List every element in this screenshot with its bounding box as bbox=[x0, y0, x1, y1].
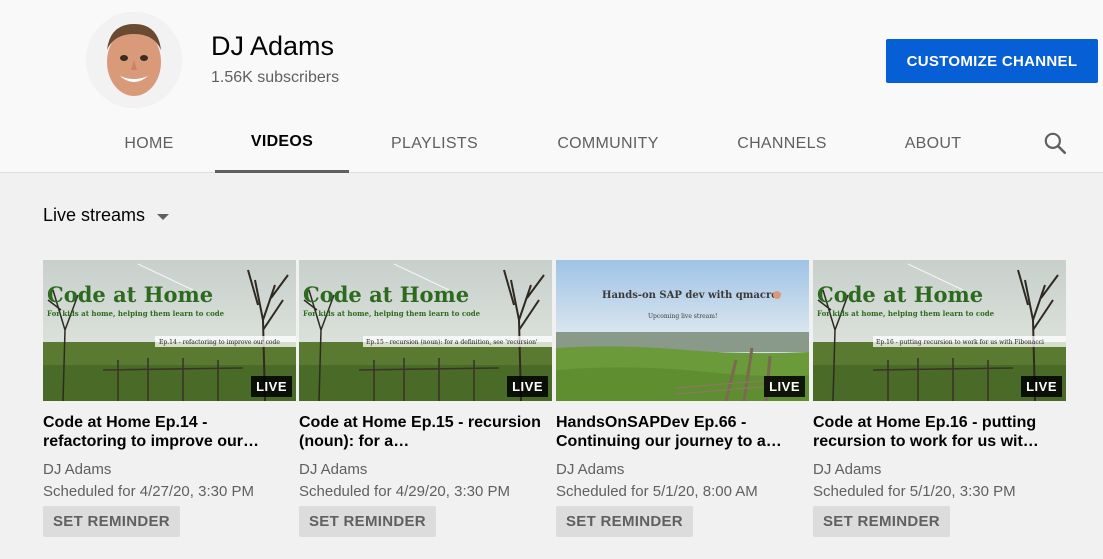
section-title: Live streams bbox=[43, 205, 146, 225]
video-schedule: Scheduled for 4/29/20, 3:30 PM bbox=[299, 483, 510, 500]
video-card[interactable]: Hands-on SAP dev with qmacro Upcoming li… bbox=[556, 260, 809, 537]
video-card[interactable]: Code at Home For kids at home, helping t… bbox=[299, 260, 552, 537]
live-badge: LIVE bbox=[251, 376, 292, 397]
channel-header: DJ Adams 1.56K subscribers CUSTOMIZE CHA… bbox=[0, 0, 1103, 173]
customize-channel-button[interactable]: CUSTOMIZE CHANNEL bbox=[886, 39, 1098, 83]
avatar-photo-icon bbox=[86, 12, 182, 108]
live-badge: LIVE bbox=[764, 376, 805, 397]
video-schedule: Scheduled for 5/1/20, 3:30 PM bbox=[813, 483, 1016, 500]
channel-tabs: HOME VIDEOS PLAYLISTS COMMUNITY CHANNELS… bbox=[0, 114, 1103, 173]
tab-playlists[interactable]: PLAYLISTS bbox=[372, 114, 497, 173]
subscriber-count: 1.56K subscribers bbox=[211, 69, 340, 86]
set-reminder-button[interactable]: SET REMINDER bbox=[813, 506, 950, 537]
svg-text:Code at Home: Code at Home bbox=[817, 282, 983, 307]
svg-text:Ep.16 - putting recursion to w: Ep.16 - putting recursion to work for us… bbox=[876, 339, 1044, 346]
svg-text:Upcoming live stream!: Upcoming live stream! bbox=[648, 313, 717, 320]
svg-text:For kids at home, helping them: For kids at home, helping them learn to … bbox=[817, 309, 995, 318]
tab-about[interactable]: ABOUT bbox=[888, 114, 978, 173]
presenter-avatar-icon bbox=[773, 291, 781, 299]
search-icon[interactable] bbox=[1042, 130, 1068, 156]
svg-text:Code at Home: Code at Home bbox=[303, 282, 469, 307]
video-card[interactable]: Code at Home For kids at home, helping t… bbox=[813, 260, 1066, 537]
channel-avatar[interactable] bbox=[86, 12, 182, 108]
video-title[interactable]: Code at Home Ep.15 - recursion (noun): f… bbox=[299, 413, 544, 451]
tab-home[interactable]: HOME bbox=[97, 114, 201, 173]
video-author[interactable]: DJ Adams bbox=[813, 461, 1066, 478]
section-filter-dropdown[interactable]: Live streams bbox=[43, 205, 170, 226]
video-author[interactable]: DJ Adams bbox=[43, 461, 296, 478]
svg-text:For kids at home, helping them: For kids at home, helping them learn to … bbox=[303, 309, 481, 318]
video-author[interactable]: DJ Adams bbox=[299, 461, 552, 478]
set-reminder-button[interactable]: SET REMINDER bbox=[556, 506, 693, 537]
svg-text:Code at Home: Code at Home bbox=[47, 282, 213, 307]
tab-channels[interactable]: CHANNELS bbox=[720, 114, 844, 173]
video-title[interactable]: Code at Home Ep.14 - refactoring to impr… bbox=[43, 413, 288, 451]
tab-community[interactable]: COMMUNITY bbox=[537, 114, 679, 173]
svg-text:Ep.15 - recursion (noun): for: Ep.15 - recursion (noun): for a definiti… bbox=[366, 339, 538, 346]
live-badge: LIVE bbox=[507, 376, 548, 397]
video-card[interactable]: Code at Home For kids at home, helping t… bbox=[43, 260, 296, 537]
video-thumbnail[interactable]: Hands-on SAP dev with qmacro Upcoming li… bbox=[556, 260, 809, 401]
svg-text:Ep.14 - refactoring to improve: Ep.14 - refactoring to improve our code bbox=[159, 339, 280, 346]
video-title[interactable]: Code at Home Ep.16 - putting recursion t… bbox=[813, 413, 1058, 451]
video-thumbnail[interactable]: Code at Home For kids at home, helping t… bbox=[299, 260, 552, 401]
video-schedule: Scheduled for 5/1/20, 8:00 AM bbox=[556, 483, 758, 500]
svg-text:For kids at home, helping them: For kids at home, helping them learn to … bbox=[47, 309, 225, 318]
caret-down-icon bbox=[157, 213, 170, 220]
video-schedule: Scheduled for 4/27/20, 3:30 PM bbox=[43, 483, 254, 500]
set-reminder-button[interactable]: SET REMINDER bbox=[43, 506, 180, 537]
video-author[interactable]: DJ Adams bbox=[556, 461, 809, 478]
video-thumbnail[interactable]: Code at Home For kids at home, helping t… bbox=[813, 260, 1066, 401]
video-title[interactable]: HandsOnSAPDev Ep.66 - Continuing our jou… bbox=[556, 413, 801, 451]
set-reminder-button[interactable]: SET REMINDER bbox=[299, 506, 436, 537]
live-badge: LIVE bbox=[1021, 376, 1062, 397]
tab-videos[interactable]: VIDEOS bbox=[215, 114, 349, 173]
video-thumbnail[interactable]: Code at Home For kids at home, helping t… bbox=[43, 260, 296, 401]
channel-name: DJ Adams bbox=[211, 31, 335, 61]
svg-text:Hands-on SAP dev with qmacro: Hands-on SAP dev with qmacro bbox=[602, 290, 778, 301]
